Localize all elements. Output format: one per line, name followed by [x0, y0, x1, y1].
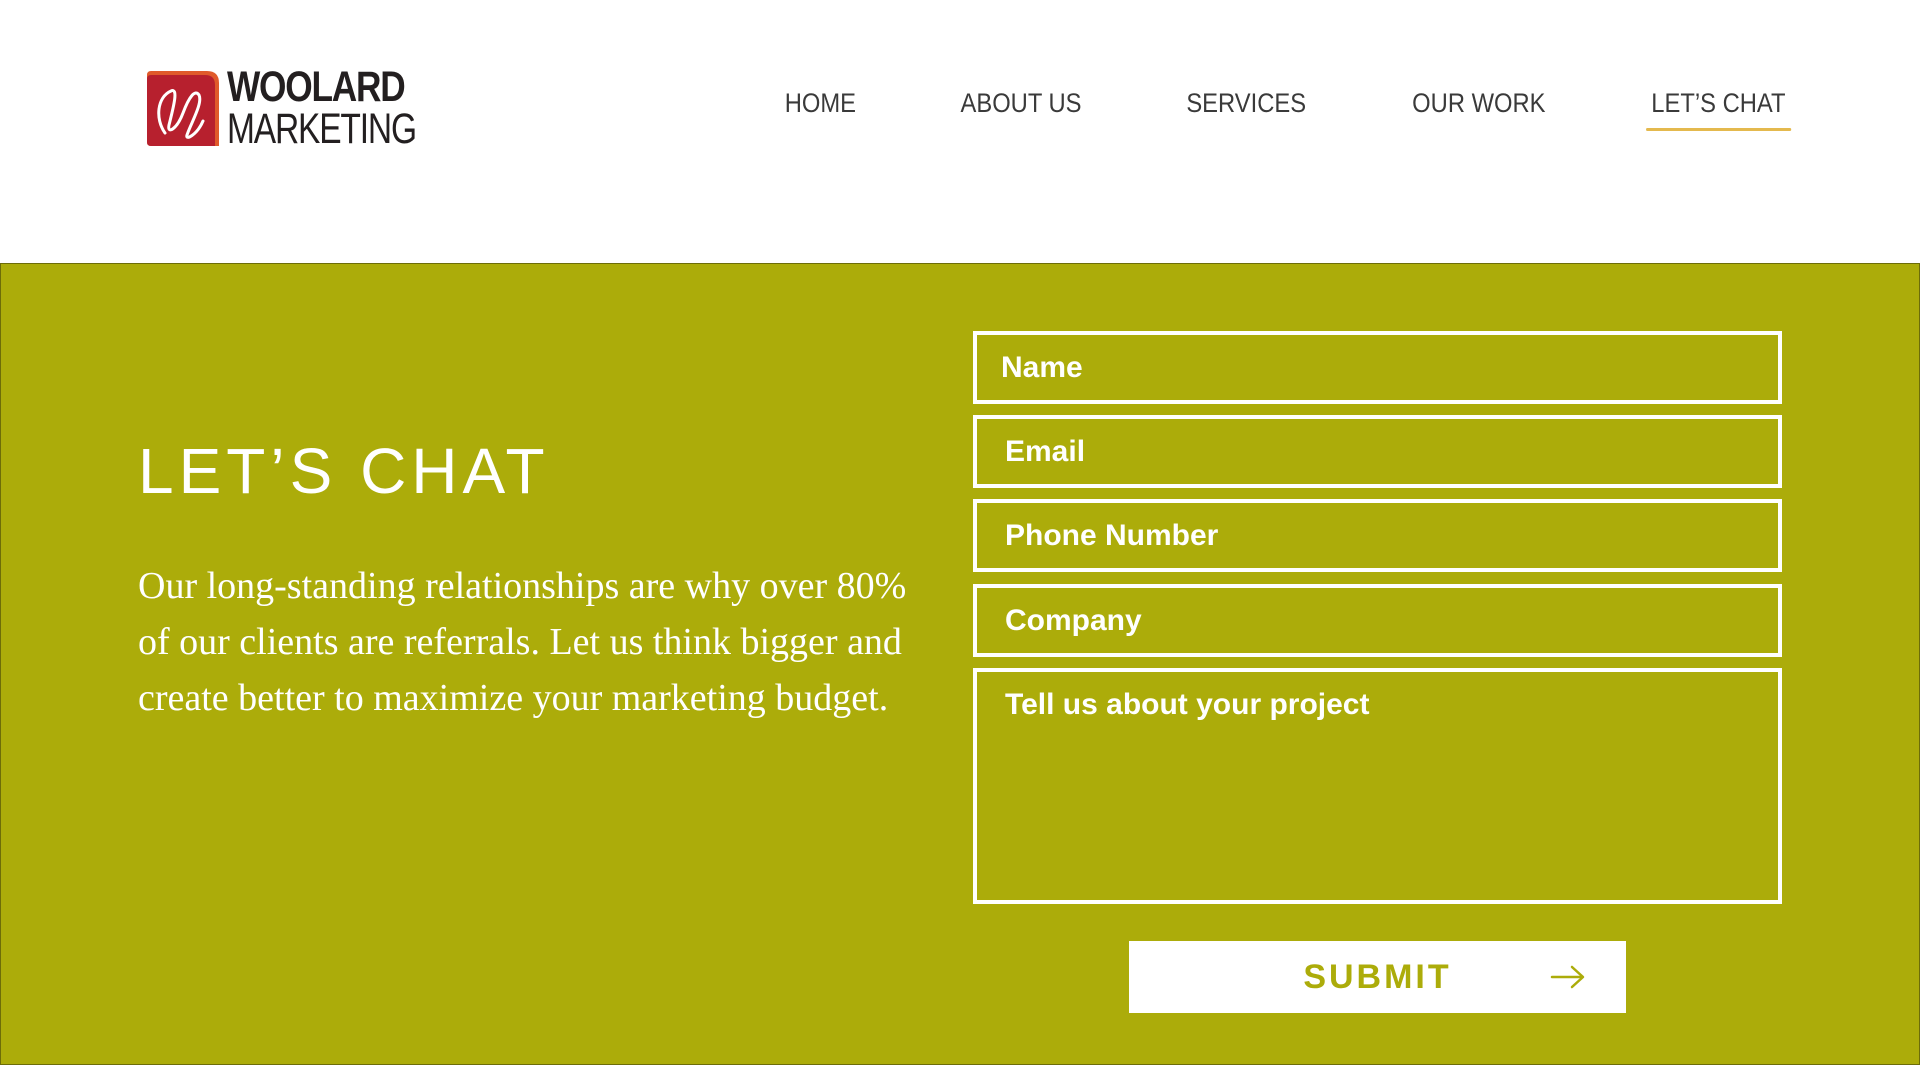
woolard-logo-icon: [147, 71, 219, 146]
arrow-right-icon: [1550, 965, 1585, 989]
logo-link[interactable]: WOOLARD MARKETING: [143, 66, 469, 151]
nav-item-about-us[interactable]: ABOUT US: [961, 88, 1082, 119]
logo-wordmark: WOOLARD MARKETING: [227, 66, 469, 151]
email-field[interactable]: [973, 415, 1782, 488]
nav-item-services[interactable]: SERVICES: [1186, 88, 1306, 119]
phone-number-field[interactable]: [973, 499, 1782, 572]
submit-button[interactable]: SUBMIT: [1129, 941, 1626, 1013]
name-field[interactable]: [973, 331, 1782, 404]
main-nav: HOME ABOUT US SERVICES OUR WORK LET’S CH…: [775, 88, 1791, 131]
logo-line-marketing: MARKETING: [227, 105, 417, 153]
site-header: WOOLARD MARKETING HOME ABOUT US SERVICES…: [0, 0, 1920, 263]
company-field[interactable]: [973, 584, 1782, 657]
contact-section: LET’S CHAT Our long-standing relationshi…: [0, 263, 1920, 1065]
project-description-field[interactable]: [973, 668, 1782, 904]
nav-item-home[interactable]: HOME: [785, 88, 856, 119]
logo-line-woolard: WOOLARD: [227, 63, 406, 111]
nav-item-our-work[interactable]: OUR WORK: [1412, 88, 1545, 119]
section-title: LET’S CHAT: [138, 435, 550, 507]
submit-label: SUBMIT: [1303, 957, 1452, 996]
section-description: Our long-standing relationships are why …: [138, 565, 907, 719]
nav-item-lets-chat[interactable]: LET’S CHAT: [1646, 88, 1791, 131]
